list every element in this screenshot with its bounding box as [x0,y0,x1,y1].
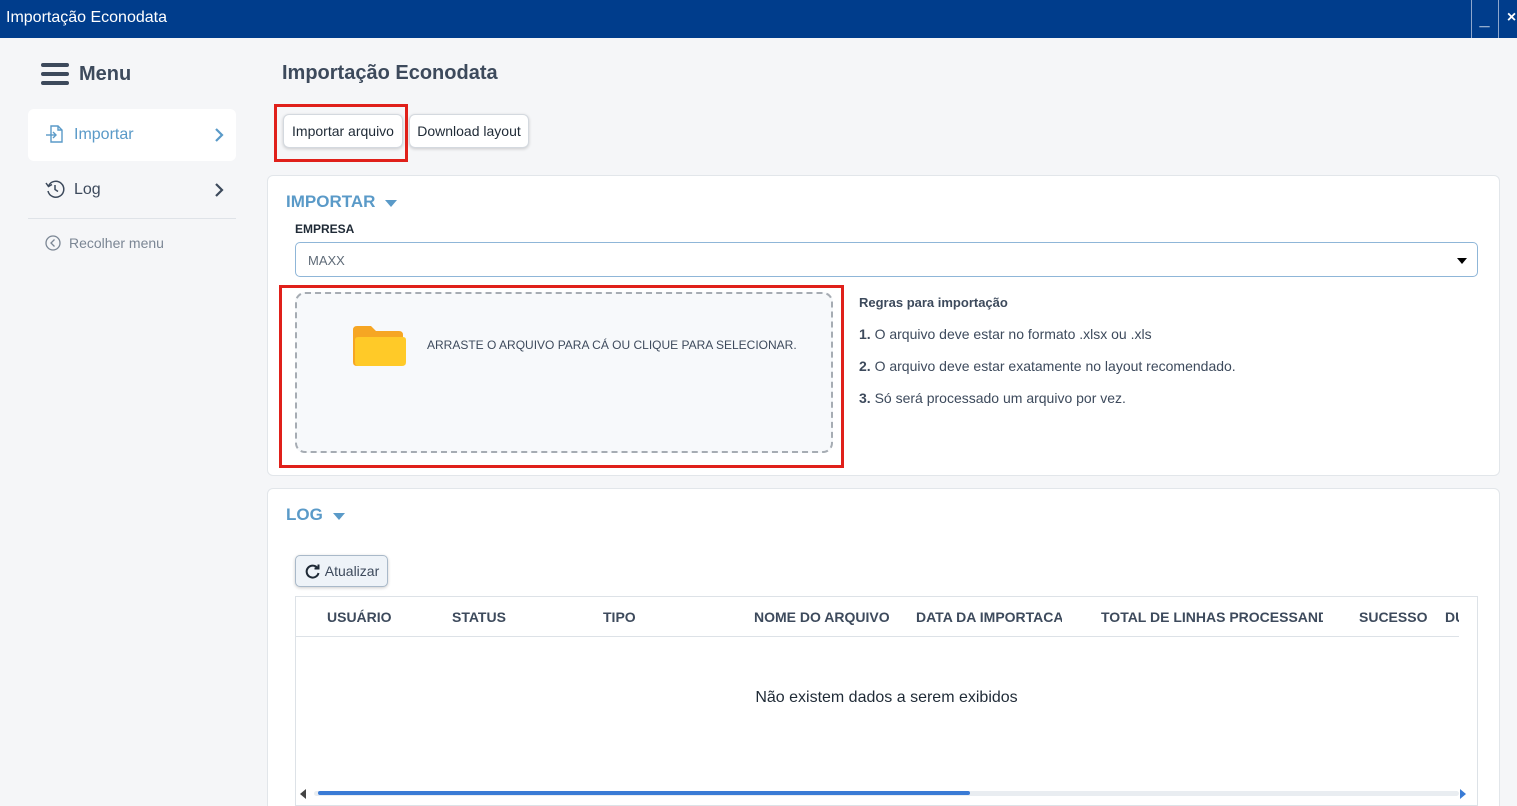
grid-header: USUÁRIO STATUS TIPO NOME DO ARQUIVO DATA… [296,597,1459,637]
scroll-left-arrow-icon[interactable] [300,789,306,799]
scroll-right-arrow-icon[interactable] [1460,789,1466,799]
folder-icon [353,326,406,366]
sidebar-item-log[interactable]: Log [28,164,236,216]
close-button[interactable]: × [1498,0,1517,38]
sidebar-item-importar[interactable]: Importar [28,109,236,161]
window-title: Importação Econodata [6,9,167,26]
log-grid: USUÁRIO STATUS TIPO NOME DO ARQUIVO DATA… [295,596,1478,806]
company-select-value: MAXX [308,253,345,268]
page-title: Importação Econodata [282,62,498,84]
file-import-icon [46,125,63,143]
column-header[interactable]: SUCESSO [1359,609,1439,625]
collapse-menu-label: Recolher menu [69,235,164,251]
window-titlebar: Importação Econodata _ × [0,0,1517,38]
rule-item: 1. O arquivo deve estar no formato .xlsx… [859,326,1152,342]
dropzone-instruction: ARRASTE O ARQUIVO PARA CÁ OU CLIQUE PARA… [427,338,797,352]
log-section-title: LOG [286,505,323,524]
file-dropzone[interactable]: ARRASTE O ARQUIVO PARA CÁ OU CLIQUE PARA… [295,292,833,453]
refresh-label: Atualizar [324,563,380,579]
caret-down-icon [385,199,398,207]
sidebar-item-label: Importar [74,126,134,143]
scrollbar-thumb[interactable] [318,791,970,795]
rule-item: 3. Só será processado um arquivo por vez… [859,390,1126,406]
caret-down-icon [332,512,345,520]
history-icon [45,180,65,198]
download-layout-button[interactable]: Download layout [409,114,529,148]
column-header[interactable]: NOME DO ARQUIVO [754,609,892,625]
chevron-right-icon [215,128,224,142]
minimize-button[interactable]: _ [1471,0,1497,38]
chevron-right-icon [215,183,224,197]
column-header[interactable]: TOTAL DE LINHAS PROCESSANDO [1101,609,1323,625]
menu-label: Menu [79,62,132,85]
refresh-icon [305,564,320,579]
import-section-title: IMPORTAR [286,192,376,211]
import-file-button[interactable]: Importar arquivo [283,114,403,148]
collapse-menu-button[interactable]: Recolher menu [45,235,164,251]
column-header[interactable]: DUPLICADOS [1445,609,1459,625]
import-section-toggle[interactable]: IMPORTAR [286,192,398,212]
horizontal-scrollbar[interactable] [296,785,1477,803]
log-section-toggle[interactable]: LOG [286,505,345,525]
rules-title: Regras para importação [859,295,1008,310]
column-header[interactable]: TIPO [603,609,713,625]
company-label: EMPRESA [295,222,355,236]
column-header[interactable]: USUÁRIO [327,609,437,625]
menu-header: Menu [41,60,131,88]
sidebar-divider [28,218,236,219]
refresh-button[interactable]: Atualizar [295,555,388,587]
chevron-left-circle-icon [45,235,61,251]
empty-state-message: Não existem dados a serem exibidos [755,689,1018,706]
company-select[interactable]: MAXX [295,242,1478,277]
column-header[interactable]: DATA DA IMPORTACAO [916,609,1062,625]
column-header[interactable]: STATUS [452,609,562,625]
hamburger-menu-icon[interactable] [41,63,69,85]
sidebar-item-label: Log [74,181,101,198]
rule-item: 2. O arquivo deve estar exatamente no la… [859,358,1236,374]
dropdown-arrow-icon [1457,258,1467,264]
